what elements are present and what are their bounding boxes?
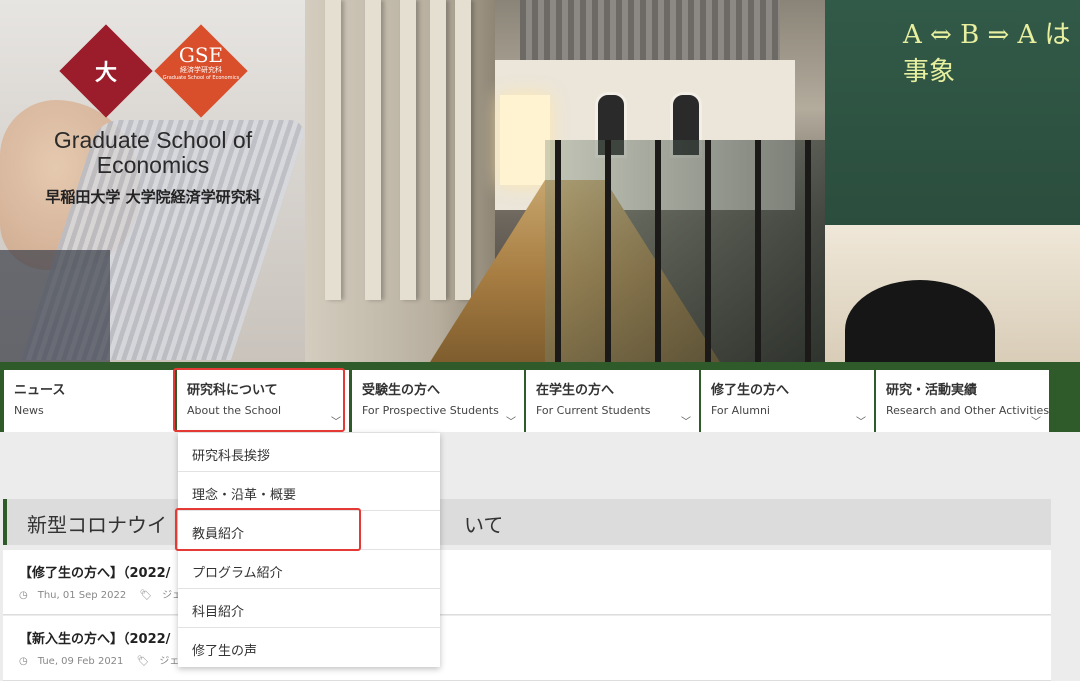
suit-shape <box>0 250 110 362</box>
chevron-down-icon: ﹀ <box>1031 417 1041 428</box>
clock-icon: ◷ <box>19 656 28 667</box>
nav-label-en: For Alumni <box>711 404 770 417</box>
waseda-seal-text: 大 <box>94 61 117 86</box>
chevron-down-icon: ﹀ <box>506 417 516 428</box>
tag-icon: 🏷 <box>136 656 150 667</box>
gse-badge-sub: 経済学研究科 <box>180 66 222 74</box>
rail-post <box>705 140 711 362</box>
news-item[interactable]: 【修了生の方へ】（2022/ ◷Thu, 01 Sep 2022 🏷ジェネラ <box>3 550 1051 615</box>
hero-photo-corridor <box>305 0 825 362</box>
chalk-writing: A ⇔ B ⇒ A は 事象 <box>903 20 1071 87</box>
main-nav: ニュース News 研究科について About the School ﹀ 受験生… <box>0 362 1080 432</box>
main-content: 新型コロナウイ いて 【修了生の方へ】（2022/ ◷ Thu, 01 Sep 2… <box>0 432 1080 681</box>
menu-item-courses[interactable]: 科目紹介 <box>178 589 440 628</box>
banner-text-start: 新型コロナウイ <box>27 513 167 537</box>
hero-photo-classroom: A ⇔ B ⇒ A は 事象 <box>825 0 1080 362</box>
nav-item-news[interactable]: ニュース News <box>4 370 175 432</box>
news-date: Thu, 01 Sep 2022 <box>37 590 127 601</box>
about-dropdown-menu: 研究科長挨拶 理念・沿革・概要 教員紹介 プログラム紹介 科目紹介 修了生の声 <box>178 433 440 667</box>
column <box>365 0 381 300</box>
school-name-jp: 早稲田大学 大学院経済学研究科 <box>45 188 261 206</box>
nav-item-alumni[interactable]: 修了生の方へ For Alumni ﹀ <box>701 370 874 432</box>
tag-icon: 🏷 <box>139 590 153 601</box>
nav-label-jp: 受験生の方へ <box>362 383 441 398</box>
menu-item-programs[interactable]: プログラム紹介 <box>178 550 440 589</box>
nav-label-jp: ニュース <box>14 383 66 398</box>
nav-label-en: About the School <box>187 404 282 417</box>
rail-post <box>555 140 561 362</box>
notice-banner[interactable]: 新型コロナウイ いて <box>3 499 1051 545</box>
chevron-down-icon: ﹀ <box>681 417 691 428</box>
glass-railing <box>545 140 825 362</box>
school-name-en: Graduate School of Economics <box>53 127 253 178</box>
news-item[interactable]: 【新入生の方へ】（2022/ ◷Tue, 09 Feb 2021 🏷ジェネラ <box>3 616 1051 681</box>
nav-label-en: For Prospective Students <box>362 404 499 417</box>
nav-label-en: News <box>14 404 44 417</box>
nav-label-en: For Current Students <box>536 404 651 417</box>
nav-item-about[interactable]: 研究科について About the School ﹀ <box>177 370 349 432</box>
chevron-down-icon: ﹀ <box>856 417 866 428</box>
column <box>400 0 416 300</box>
hero-banner: A ⇔ B ⇒ A は 事象 大 GSE 経済学研究科 Graduate Sch… <box>0 0 1080 362</box>
nav-item-research[interactable]: 研究・活動実績 Research and Other Activities ﹀ <box>876 370 1049 432</box>
nav-label-jp: 在学生の方へ <box>536 383 615 398</box>
chevron-down-icon: ﹀ <box>331 417 341 428</box>
gse-badge: GSE 経済学研究科 Graduate School of Economics <box>162 44 240 104</box>
nav-label-en: Research and Other Activities <box>886 404 1050 417</box>
clock-icon: ◷ <box>19 590 28 601</box>
rail-post <box>755 140 761 362</box>
column <box>430 0 446 300</box>
column <box>325 0 341 300</box>
rail-post <box>605 140 611 362</box>
menu-item-philosophy-history[interactable]: 理念・沿革・概要 <box>178 472 440 511</box>
menu-item-faculty[interactable]: 教員紹介 <box>178 511 440 550</box>
nav-label-jp: 研究・活動実績 <box>886 383 978 398</box>
news-title: 【新入生の方へ】（2022/ <box>19 632 171 647</box>
banner-text-end: いて <box>464 513 504 537</box>
nav-label-jp: 研究科について <box>187 383 278 398</box>
rail-post <box>655 140 661 362</box>
news-title: 【修了生の方へ】（2022/ <box>19 566 171 581</box>
nav-label-jp: 修了生の方へ <box>711 383 790 398</box>
menu-item-dean-message[interactable]: 研究科長挨拶 <box>178 433 440 472</box>
nav-item-prospective[interactable]: 受験生の方へ For Prospective Students ﹀ <box>352 370 524 432</box>
nav-item-current[interactable]: 在学生の方へ For Current Students ﹀ <box>526 370 699 432</box>
rail-post <box>805 140 811 362</box>
menu-item-alumni-voices[interactable]: 修了生の声 <box>178 628 440 667</box>
school-logo[interactable]: 大 GSE 経済学研究科 Graduate School of Economic… <box>0 0 305 240</box>
gse-badge-title: GSE <box>178 43 224 67</box>
gse-badge-sub-en: Graduate School of Economics <box>162 75 240 81</box>
lit-doorway <box>500 95 550 185</box>
column <box>455 0 471 300</box>
news-date: Tue, 09 Feb 2021 <box>37 656 124 667</box>
